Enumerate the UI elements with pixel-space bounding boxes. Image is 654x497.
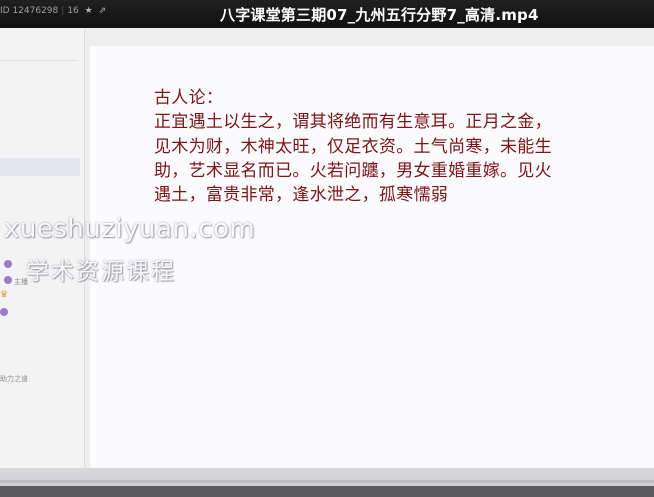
chat-header-band xyxy=(0,158,80,176)
watermark-url: xueshuziyuan.com xyxy=(4,214,256,244)
chat-message: 助力之道 xyxy=(0,375,28,383)
slide-line: 正宜遇土以生之，谓其将绝而有生意耳。正月之金， xyxy=(154,112,552,133)
divider xyxy=(0,60,78,61)
video-title: 八字课堂第三期07_九州五行分野7_高清.mp4 xyxy=(220,6,539,24)
watermark-title: 学术资源课程 xyxy=(26,259,176,285)
chat-avatar xyxy=(4,260,12,268)
separator: | xyxy=(61,6,65,16)
chat-avatar xyxy=(0,308,8,316)
slide-text-block: 古人论： 正宜遇土以生之，谓其将绝而有生意耳。正月之金， 见木为财，木神太旺，仅… xyxy=(154,86,624,207)
video-player-screen: ID 12476298 | 16 ★ ⇗ 八字课堂第三期07_九州五行分野7_高清.… xyxy=(0,0,654,497)
star-icon[interactable]: ★ xyxy=(85,6,93,16)
room-info: ID 12476298 | 16 ★ ⇗ xyxy=(0,6,106,16)
slide-line: 见木为财，木神太旺，仅足衣资。土气尚寒，未能生 xyxy=(154,136,552,157)
slide-heading: 古人论： xyxy=(154,88,224,108)
chat-panel: 主播 ♛ 助力之道 xyxy=(0,28,85,468)
share-icon[interactable]: ⇗ xyxy=(99,6,107,16)
room-id: ID 12476298 xyxy=(0,6,59,16)
crown-icon: ♛ xyxy=(0,290,9,300)
slide-line: 遇土，富贵非常，逢水泄之，孤寒懦弱 xyxy=(154,185,449,206)
bottom-strip xyxy=(0,486,654,497)
progress-bar[interactable] xyxy=(0,480,654,483)
viewer-count: 16 xyxy=(67,6,79,16)
chat-avatar xyxy=(4,276,12,284)
slide-line: 助，艺术显名而已。火若问躔，男女重婚重嫁。见火 xyxy=(154,160,552,181)
title-bar: ID 12476298 | 16 ★ ⇗ 八字课堂第三期07_九州五行分野7_高清.… xyxy=(0,0,654,28)
